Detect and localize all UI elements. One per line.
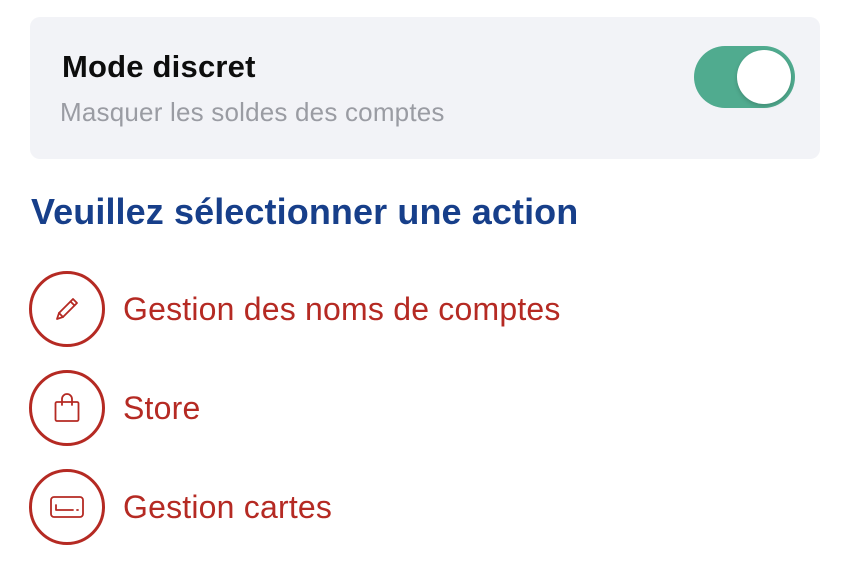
- card-icon: [29, 469, 105, 545]
- action-label-cards: Gestion cartes: [123, 489, 333, 525]
- toggle-knob: [737, 50, 791, 104]
- section-heading: Veuillez sélectionner une action: [31, 191, 579, 232]
- discreet-mode-toggle[interactable]: [694, 46, 795, 108]
- action-item-cards[interactable]: Gestion cartes: [29, 469, 729, 549]
- discreet-mode-subtitle: Masquer les soldes des comptes: [60, 97, 445, 127]
- action-label-account-names: Gestion des noms de comptes: [123, 291, 561, 327]
- shopping-bag-icon: [29, 370, 105, 446]
- action-label-store: Store: [123, 390, 201, 426]
- discreet-mode-title: Mode discret: [62, 49, 256, 84]
- screen: Mode discret Masquer les soldes des comp…: [0, 0, 850, 561]
- action-item-account-names[interactable]: Gestion des noms de comptes: [29, 271, 729, 351]
- discreet-mode-card: Mode discret Masquer les soldes des comp…: [30, 17, 820, 159]
- pencil-icon: [29, 271, 105, 347]
- action-item-store[interactable]: Store: [29, 370, 729, 450]
